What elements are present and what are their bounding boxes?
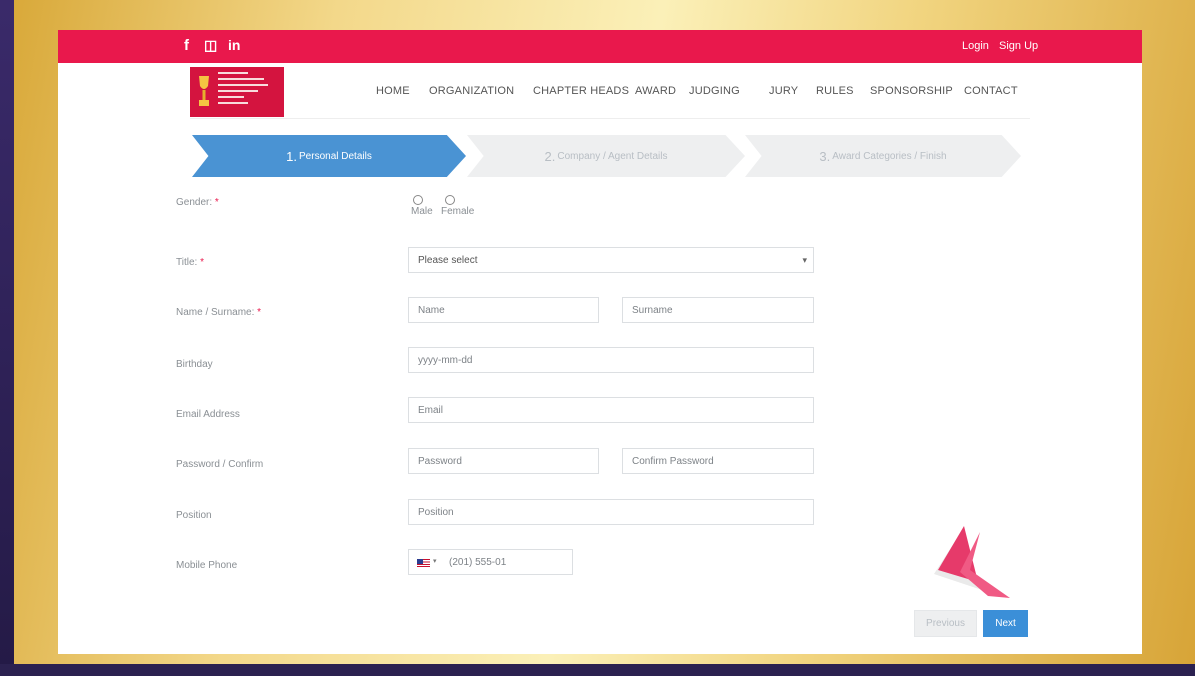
- nav-sponsorship[interactable]: SPONSORSHIP: [870, 85, 953, 97]
- gender-male-radio[interactable]: [413, 195, 423, 205]
- mobile-phone-label: Mobile Phone: [176, 560, 238, 571]
- step-number: 3.: [819, 148, 831, 164]
- nav-home[interactable]: HOME: [376, 85, 410, 97]
- background-bottom-edge: [0, 664, 1195, 676]
- instagram-icon[interactable]: ◫: [204, 37, 217, 54]
- top-bar: f ◫ in Login Sign Up: [58, 30, 1142, 63]
- password-label: Password / Confirm: [176, 459, 264, 470]
- step-label: Personal Details: [299, 150, 372, 162]
- position-input[interactable]: Position: [408, 499, 814, 525]
- gender-label: Gender: *: [176, 197, 219, 208]
- position-label: Position: [176, 510, 212, 521]
- confirm-password-input[interactable]: Confirm Password: [622, 448, 814, 474]
- nav-rules[interactable]: RULES: [816, 85, 854, 97]
- step-company-agent-details[interactable]: 2. Company / Agent Details: [467, 135, 745, 177]
- country-dropdown-icon[interactable]: ▾: [433, 557, 437, 565]
- nav-chapter-heads[interactable]: CHAPTER HEADS: [533, 85, 629, 97]
- signup-link[interactable]: Sign Up: [999, 40, 1038, 52]
- birthday-input[interactable]: yyyy-mm-dd: [408, 347, 814, 373]
- pointer-arrow-icon: [934, 526, 1010, 598]
- password-input[interactable]: Password: [408, 448, 599, 474]
- step-personal-details[interactable]: 1. Personal Details: [192, 135, 466, 177]
- surname-input[interactable]: Surname: [622, 297, 814, 323]
- birthday-label: Birthday: [176, 359, 213, 370]
- step-label: Award Categories / Finish: [832, 150, 947, 162]
- nav-organization[interactable]: ORGANIZATION: [429, 85, 514, 97]
- header-divider: [190, 118, 1030, 119]
- nav-contact[interactable]: CONTACT: [964, 85, 1018, 97]
- nav-jury[interactable]: JURY: [769, 85, 798, 97]
- title-select[interactable]: Please select ▾: [408, 247, 814, 273]
- email-input[interactable]: Email: [408, 397, 814, 423]
- mobile-phone-input[interactable]: ▾ (201) 555-01: [408, 549, 573, 575]
- title-label: Title: *: [176, 257, 204, 268]
- name-surname-label: Name / Surname: *: [176, 307, 262, 318]
- gender-female-label: Female: [441, 206, 475, 217]
- trophy-icon: [199, 76, 209, 106]
- gender-female-radio[interactable]: [445, 195, 455, 205]
- site-logo[interactable]: [190, 67, 284, 117]
- facebook-icon[interactable]: f: [184, 37, 189, 54]
- gender-male-label: Male: [411, 206, 433, 217]
- next-button[interactable]: Next: [983, 610, 1028, 637]
- step-award-categories[interactable]: 3. Award Categories / Finish: [745, 135, 1021, 177]
- step-number: 1.: [286, 148, 298, 164]
- step-label: Company / Agent Details: [557, 150, 668, 162]
- us-flag-icon[interactable]: [417, 559, 430, 567]
- previous-button[interactable]: Previous: [914, 610, 977, 637]
- email-label: Email Address: [176, 409, 240, 420]
- chevron-down-icon: ▾: [802, 255, 807, 265]
- step-number: 2.: [544, 148, 556, 164]
- login-link[interactable]: Login: [962, 40, 989, 52]
- nav-award[interactable]: AWARD: [635, 85, 676, 97]
- linkedin-icon[interactable]: in: [228, 37, 240, 53]
- logo-wordmark: [218, 72, 280, 108]
- name-input[interactable]: Name: [408, 297, 599, 323]
- nav-judging[interactable]: JUDGING: [689, 85, 740, 97]
- background-left-edge: [0, 0, 14, 676]
